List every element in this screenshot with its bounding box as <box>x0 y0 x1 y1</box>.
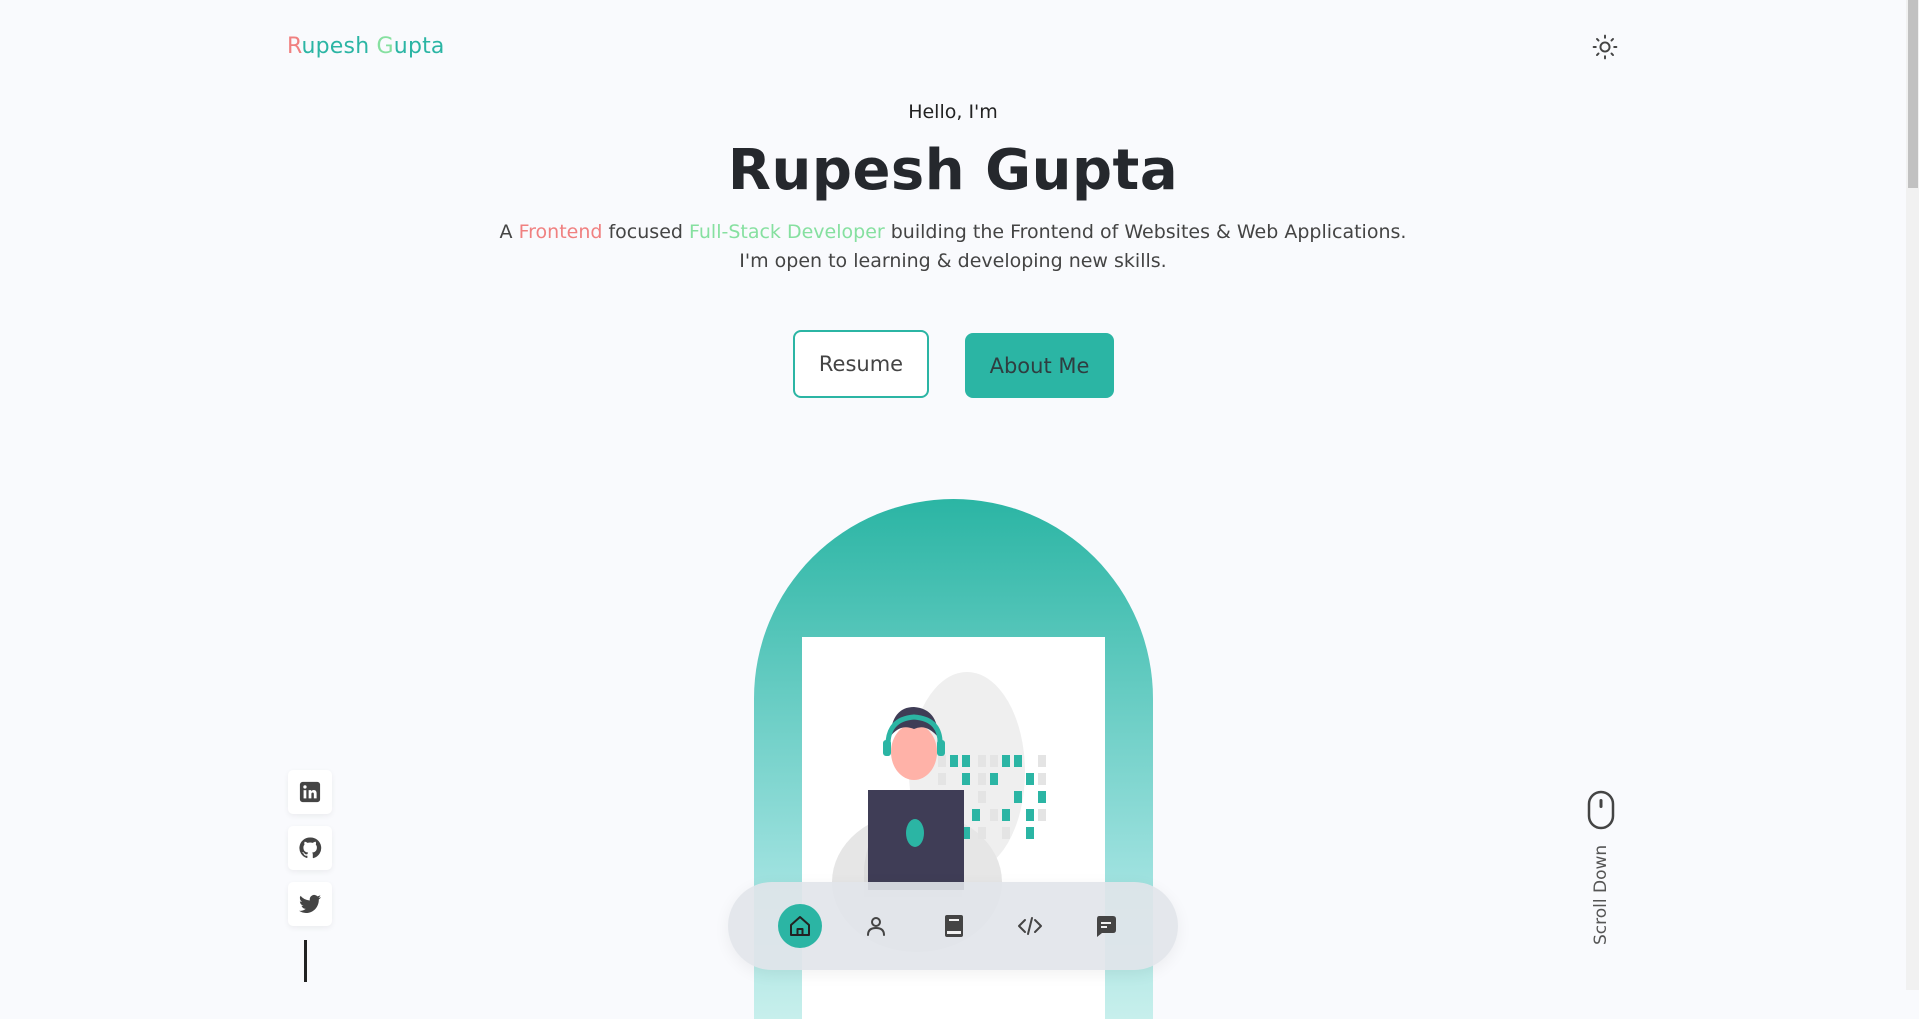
nav-home[interactable] <box>778 904 822 948</box>
desc-text: building the Frontend of Websites & Web … <box>884 221 1407 243</box>
nav-resume[interactable] <box>932 904 976 948</box>
social-links <box>288 770 332 938</box>
nav-projects[interactable] <box>1008 904 1052 948</box>
message-icon <box>1097 916 1116 937</box>
resume-button[interactable]: Resume <box>793 330 929 398</box>
twitter-icon <box>299 894 321 913</box>
home-icon <box>790 916 810 936</box>
about-me-button[interactable]: About Me <box>965 333 1114 398</box>
desc-highlight-fullstack: Full-Stack Developer <box>688 221 885 243</box>
hero-description: A Frontend focused Full-Stack Developer … <box>0 218 1906 276</box>
site-logo[interactable]: Rupesh Gupta <box>287 34 445 59</box>
social-divider-line <box>304 940 307 982</box>
desc-text: A <box>499 221 519 243</box>
theme-toggle-button[interactable] <box>1590 32 1620 62</box>
linkedin-icon <box>299 781 321 803</box>
linkedin-link[interactable] <box>288 770 332 814</box>
code-icon <box>1018 917 1042 935</box>
desc-text: focused <box>602 221 689 243</box>
nav-about[interactable] <box>854 904 898 948</box>
user-icon <box>867 917 885 936</box>
logo-initial-g: G <box>376 34 394 59</box>
logo-text-last: upta <box>393 34 445 59</box>
mouse-icon <box>1587 790 1615 830</box>
page-scrollbar[interactable] <box>1906 0 1919 990</box>
scroll-down-label: Scroll Down <box>1591 844 1611 946</box>
scrollbar-thumb[interactable] <box>1908 0 1918 188</box>
desc-highlight-frontend: Frontend <box>518 221 603 243</box>
twitter-link[interactable] <box>288 882 332 926</box>
github-link[interactable] <box>288 826 332 870</box>
github-icon <box>299 837 322 859</box>
logo-text-first: upesh <box>301 34 377 59</box>
book-icon <box>945 915 963 937</box>
hero-name: Rupesh Gupta <box>727 138 1179 203</box>
hero-greeting: Hello, I'm <box>908 101 998 123</box>
sun-icon <box>1592 34 1618 60</box>
logo-initial-r: R <box>287 34 302 59</box>
bottom-navigation-bar <box>728 882 1178 970</box>
desc-line-2: I'm open to learning & developing new sk… <box>739 250 1167 272</box>
nav-contact[interactable] <box>1084 904 1128 948</box>
